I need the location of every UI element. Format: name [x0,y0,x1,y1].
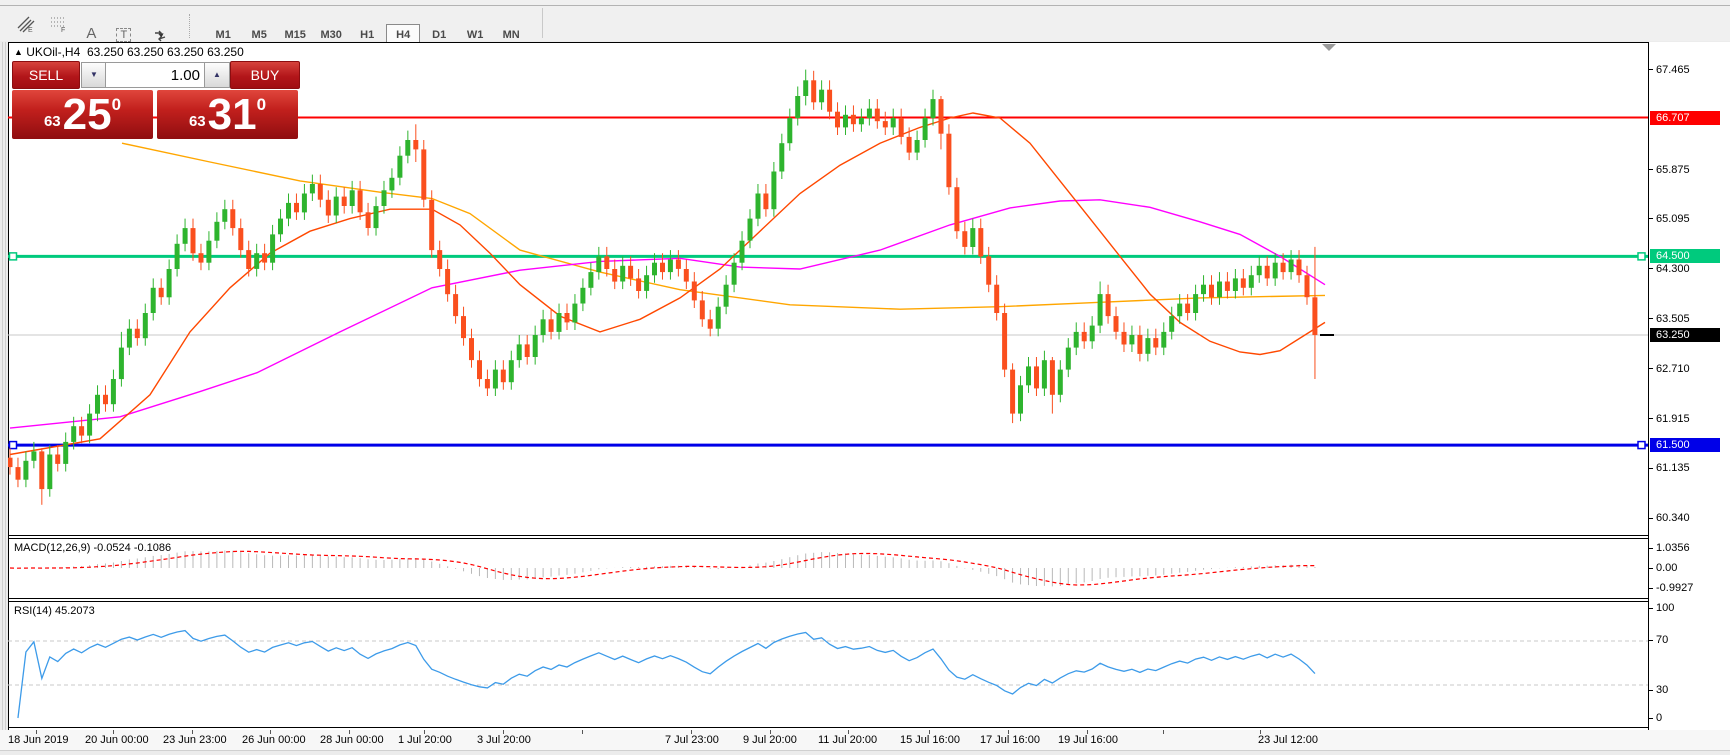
rsi-axis-label-tick [1648,718,1653,719]
sell-button[interactable]: SELL [12,61,80,89]
chart-title: ▲ UKOil-,H4 63.250 63.250 63.250 63.250 [14,45,244,59]
price-tick-label-tick [1648,518,1653,519]
rsi-axis-label-tick [1648,690,1653,691]
buy-price-prefix: 63 [189,113,206,130]
buy-price-big: 31 [208,93,257,137]
window-bottom-strip [0,750,1730,755]
price-axis [1649,42,1730,730]
time-tick [1163,730,1164,734]
price-tick-label-tick [1648,218,1653,219]
rsi-label: RSI(14) 45.2073 [14,605,95,617]
time-label: 23 Jul 12:00 [1258,734,1318,746]
price-tick-label-tick [1648,268,1653,269]
rsi-line [18,631,1315,718]
toolbar: E F A T ▼ M1M5M15M30H1H4D1W1MN [0,6,1730,41]
resistance-line-badge: 66.707 [1650,111,1720,125]
rsi-axis-label-tick [1648,608,1653,609]
price-tick-label: 67.465 [1656,64,1690,76]
buy-button[interactable]: BUY [230,61,300,89]
sell-price-prefix: 63 [44,113,61,130]
price-tick-label-tick [1648,468,1653,469]
support-line-blue-badge: 61.500 [1650,438,1720,452]
time-label: 11 Jul 20:00 [818,734,877,746]
chart-canvas[interactable] [8,42,1649,731]
sell-price-tile[interactable]: 63 25 0 [12,90,153,139]
fibonacci-grid-icon[interactable]: F [45,10,73,38]
toolbar-separator [189,14,195,38]
rsi-axis-label: 70 [1656,634,1668,646]
volume-decrease-button[interactable]: ▼ [81,62,107,88]
time-label: 26 Jun 00:00 [242,734,306,746]
time-label: 7 Jul 23:00 [665,734,719,746]
time-label: 23 Jun 23:00 [163,734,227,746]
price-tick-label: 60.340 [1656,512,1690,524]
price-tick-label: 62.710 [1656,363,1690,375]
price-tick-label: 64.300 [1656,263,1690,275]
time-label: 1 Jul 20:00 [398,734,452,746]
sell-price-sup: 0 [112,95,121,115]
price-tick-label: 63.505 [1656,313,1690,325]
volume-increase-button[interactable]: ▲ [204,62,230,88]
sell-price-big: 25 [63,93,112,137]
time-label: 17 Jul 16:00 [980,734,1040,746]
buy-price-sup: 0 [257,95,266,115]
macd-axis-label-tick [1648,588,1653,589]
volume-input[interactable] [105,62,206,88]
bid-dash-marker [1320,334,1334,336]
ma-medium_magenta [10,200,1325,428]
price-tick-label: 61.915 [1656,413,1690,425]
ohlc-quotes: 63.250 63.250 63.250 63.250 [87,45,244,59]
symbol-arrow-icon: ▲ [14,47,23,57]
price-tick-label-tick [1648,418,1653,419]
time-label: 3 Jul 20:00 [477,734,531,746]
macd-axis-label-tick [1648,568,1653,569]
svg-text:E: E [28,27,33,33]
rsi-axis-label: 100 [1656,602,1674,614]
time-label: 18 Jun 2019 [8,734,69,746]
toolbar-divider [542,8,543,38]
bid-line-badge: 63.250 [1650,328,1720,342]
macd-axis-label: 1.0356 [1656,542,1690,554]
time-axis: 18 Jun 2019 20 Jun 00:00 23 Jun 23:00 26 Ju… [0,730,1730,750]
price-tick-label: 65.875 [1656,164,1690,176]
macd-label: MACD(12,26,9) -0.0524 -0.1086 [14,542,171,554]
time-label: 28 Jun 00:00 [320,734,384,746]
time-label: 20 Jun 00:00 [85,734,149,746]
rsi-axis-label: 30 [1656,684,1668,696]
price-tick-label-tick [1648,318,1653,319]
price-tick-label-tick [1648,368,1653,369]
rsi-axis-label-tick [1648,640,1653,641]
macd-axis-label: 0.00 [1656,562,1677,574]
macd-axis-label-tick [1648,548,1653,549]
macd-signal-line [10,551,1315,585]
ma-fast_red [10,113,1325,455]
ma-slow_orange [122,143,1325,309]
price-tick-label-tick [1648,169,1653,170]
price-tick-label-tick [1648,69,1653,70]
chart-shift-marker[interactable] [1322,44,1336,51]
time-label: 19 Jul 16:00 [1058,734,1118,746]
rsi-axis-label: 0 [1656,712,1662,724]
price-tick-label: 61.135 [1656,462,1690,474]
support-line-green-badge: 64.500 [1650,249,1720,263]
svg-text:F: F [61,27,65,33]
timeframe-buttons: M1M5M15M30H1H4D1W1MN [205,25,529,42]
symbol-name: UKOil-,H4 [26,45,80,59]
price-tick-label: 65.095 [1656,213,1690,225]
time-label: 15 Jul 16:00 [900,734,960,746]
draw-channel-icon[interactable]: E [12,10,40,38]
time-label: 9 Jul 20:00 [743,734,797,746]
buy-price-tile[interactable]: 63 31 0 [157,90,298,139]
macd-axis-label: -0.9927 [1656,582,1693,594]
time-tick [582,730,583,734]
